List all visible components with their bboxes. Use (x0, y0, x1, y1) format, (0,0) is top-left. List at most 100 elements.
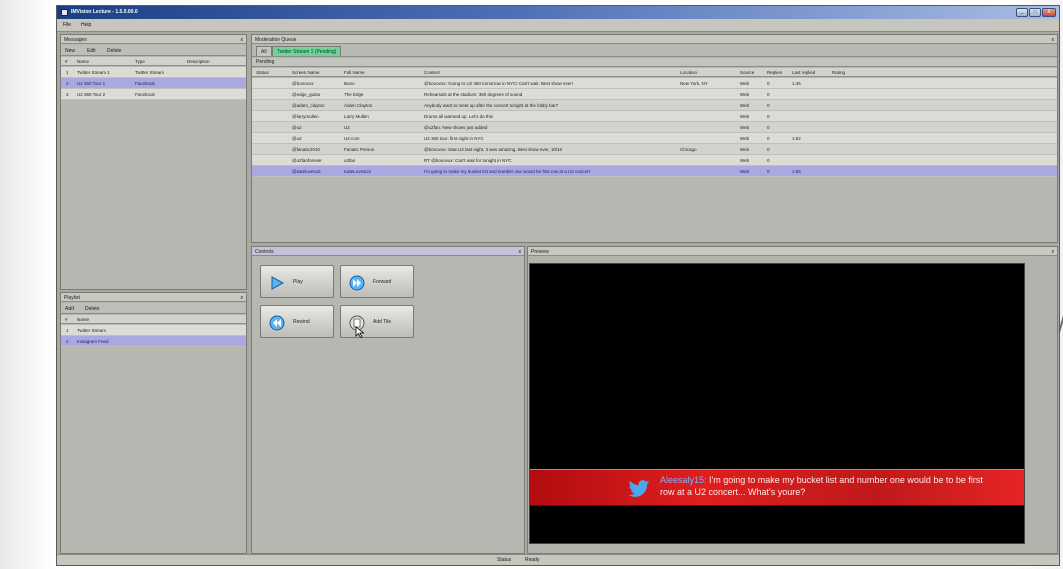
table-row[interactable]: @katelovesu2 KateLovesU2 I'm going to make… (252, 166, 1057, 177)
cell-location: Chicago (680, 147, 697, 152)
moderation-panel-header: Moderation Queue x (252, 35, 1057, 44)
list-item[interactable]: 1 Twitter Stream (61, 325, 246, 336)
table-row[interactable]: @fanatic2010 Fanatic Person @bonovox: Saw … (252, 144, 1057, 155)
col-location: Location (680, 70, 698, 75)
preview-panel-header: Preview x (528, 247, 1057, 256)
delete-playlist-button[interactable]: Delete (85, 306, 99, 312)
panel-close-icon[interactable]: x (1052, 37, 1055, 43)
cell-replies: 0 (767, 147, 770, 152)
ticker-banner: Aleesaly15: I'm going to make my bucket … (530, 469, 1024, 506)
col-content: Content (424, 70, 440, 75)
cell-screen-name: @bonovox (292, 81, 314, 86)
row-name: U2 360 Tour 1 (77, 81, 106, 86)
edit-message-button[interactable]: Edit (87, 48, 96, 54)
table-row[interactable]: 3 U2 360 Tour 2 Facebook (61, 89, 246, 100)
cell-source: Web (740, 92, 750, 97)
row-num: 1 (66, 70, 69, 75)
cell-replies: 0 (767, 158, 770, 163)
cell-screen-name: @u2 (292, 136, 302, 141)
cell-replies: 0 (767, 114, 770, 119)
cell-replies: 0 (767, 125, 770, 130)
panel-close-icon[interactable]: x (519, 249, 522, 255)
cell-replies: 0 (767, 92, 770, 97)
play-label: Play (293, 279, 303, 285)
cell-last-replied: 1:52 (792, 136, 801, 141)
row-type: Twitter Stream (135, 70, 165, 75)
rewind-button[interactable]: Rewind (260, 305, 334, 338)
table-row[interactable]: @bonovox Bono @bonovox: Going to U2 360 to… (252, 78, 1057, 89)
col-status: Status (256, 70, 269, 75)
list-item[interactable]: 2 Instagram Feed (61, 336, 246, 347)
table-row[interactable]: @u2 U2.com U2 360 tour: first night in NYC… (252, 133, 1057, 144)
cell-last-replied: 1:55 (792, 169, 801, 174)
cell-screen-name: @u2 (292, 125, 302, 130)
cell-content: RT @bonovox: Can't wait for tonight in N… (424, 158, 512, 163)
cell-replies: 0 (767, 136, 770, 141)
messages-toolbar: New Edit Delete (61, 45, 246, 56)
table-row[interactable]: @adam_clayton Adam Clayton Anybody want to… (252, 100, 1057, 111)
cell-screen-name: @edge_guitar (292, 92, 321, 97)
panel-close-icon[interactable]: x (241, 295, 244, 301)
play-button[interactable]: Play (260, 265, 334, 298)
cell-full-name: U2.com (344, 136, 360, 141)
cell-content: @bonovox: Saw U2 last night, it was amaz… (424, 147, 563, 152)
row-type: Facebook (135, 81, 155, 86)
moderation-grid-header: Status Screen Name Full Name Content Loc… (252, 68, 1057, 77)
table-row[interactable]: 1 Twitter Stream 1 Twitter Stream (61, 67, 246, 78)
forward-button[interactable]: Forward (340, 265, 414, 298)
row-num: 2 (66, 339, 69, 344)
tab-all[interactable]: All (256, 46, 272, 56)
fast-forward-icon (349, 275, 365, 291)
title-bar: IMVision Lecture - 1.5.0.00.0 _ □ X (57, 6, 1059, 19)
row-name: Instagram Feed (77, 339, 109, 344)
menu-file[interactable]: File (63, 22, 71, 28)
cell-full-name: u2fan (344, 158, 356, 163)
cell-screen-name: @adam_clayton (292, 103, 325, 108)
cell-full-name: Bono (344, 81, 355, 86)
menu-help[interactable]: Help (81, 22, 91, 28)
playlist-panel: Playlist x Add Delete # Name 1 Twitter S… (60, 292, 247, 554)
maximize-button[interactable]: □ (1029, 8, 1041, 17)
col-replies: Replies (767, 70, 783, 75)
row-name: U2 360 Tour 2 (77, 92, 106, 97)
cell-replies: 0 (767, 103, 770, 108)
moderation-tabs: All Twitter Stream 1 (Pending) (252, 45, 1057, 57)
messages-grid-header: # Name Type Description (61, 57, 246, 66)
cell-content: Drums all warmed up. Let's do this (424, 114, 493, 119)
add-tile-button[interactable]: Add Tile (340, 305, 414, 338)
cell-screen-name: @larrymullen (292, 114, 319, 119)
playlist-toolbar: Add Delete (61, 303, 246, 314)
cell-content: Anybody want to meet up after the concer… (424, 103, 559, 108)
table-row[interactable]: @u2 U2 @u2fan: New shows just added Web 0 (252, 122, 1057, 133)
table-row[interactable]: 2 U2 360 Tour 1 Facebook (61, 78, 246, 89)
controls-panel-title: Controls (255, 249, 274, 255)
tab-twitter-stream[interactable]: Twitter Stream 1 (Pending) (272, 46, 342, 56)
cell-source: Web (740, 169, 750, 174)
cell-last-replied: 1:45 (792, 81, 801, 86)
col-full-name: Full Name (344, 70, 365, 75)
cell-replies: 0 (767, 81, 770, 86)
status-label: Status (497, 557, 512, 563)
add-playlist-button[interactable]: Add (65, 306, 74, 312)
cell-content: U2 360 tour: first night in NYC (424, 136, 484, 141)
col-description: Description (187, 59, 210, 64)
cell-source: Web (740, 147, 750, 152)
close-button[interactable]: X (1042, 8, 1056, 17)
cell-content: I'm going to make my bucket list and num… (424, 169, 590, 174)
minimize-button[interactable]: _ (1016, 8, 1028, 17)
status-value: Ready (525, 557, 540, 563)
table-row[interactable]: @u2fanforever u2fan RT @bonovox: Can't wai… (252, 155, 1057, 166)
cell-source: Web (740, 158, 750, 163)
new-message-button[interactable]: New (65, 48, 75, 54)
panel-close-icon[interactable]: x (1052, 249, 1055, 255)
controls-panel-header: Controls x (252, 247, 524, 256)
cell-source: Web (740, 125, 750, 130)
pending-section-label: Pending (256, 59, 275, 65)
table-row[interactable]: @larrymullen Larry Mullen Drums all warmed… (252, 111, 1057, 122)
table-row[interactable]: @edge_guitar The Edge Rehearsals at the st… (252, 89, 1057, 100)
col-name: Name (77, 317, 90, 322)
delete-message-button[interactable]: Delete (107, 48, 121, 54)
app-icon (61, 9, 68, 16)
panel-close-icon[interactable]: x (241, 37, 244, 43)
col-type: Type (135, 59, 145, 64)
